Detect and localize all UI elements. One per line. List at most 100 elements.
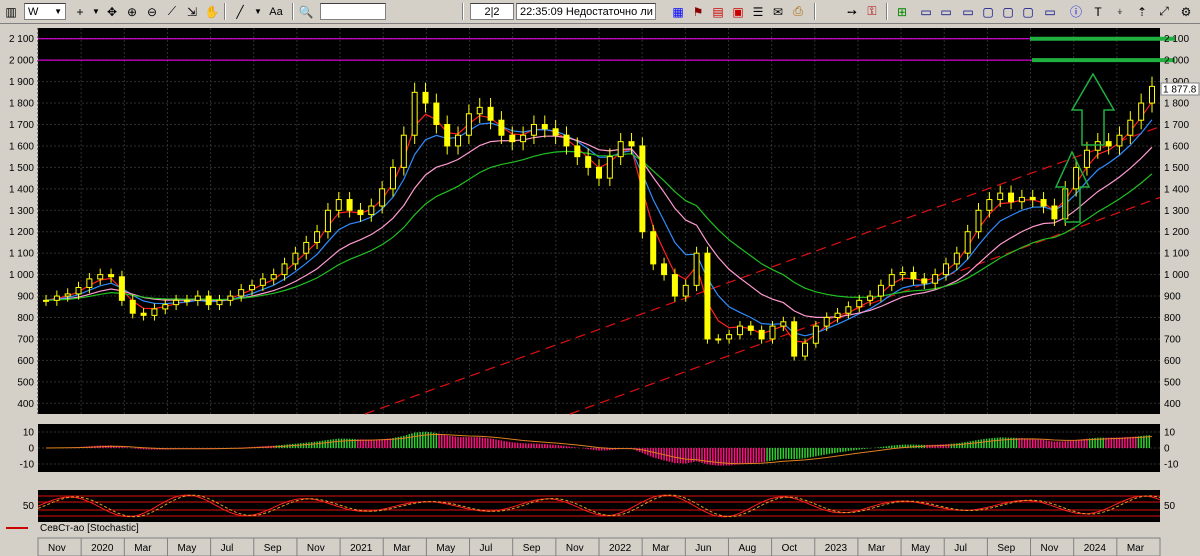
candle-body [585,156,592,168]
calc-icon[interactable]: ▤ [710,3,726,20]
key-icon[interactable]: ⚿ [864,3,880,20]
candle-body [964,231,971,254]
window6-icon[interactable]: ▢ [1020,3,1036,20]
font-button[interactable]: Aa [266,3,286,20]
candle-body [617,141,624,158]
candle-body [1105,141,1112,147]
price-label-right: 700 [1164,334,1181,345]
toolbar: ▥ W ▼ + ▼ ✥ ⊕ ⊖ ⟋ ⇲ ✋ ╱ ▼ Aa 🔍 2|2 22:35… [0,0,1200,24]
candle-body [650,231,657,265]
mail-icon[interactable]: ✉ [770,3,786,20]
price-label-left: 500 [17,377,34,388]
candle-body [97,274,104,280]
time-label: Sep [264,543,282,554]
list-icon[interactable]: ☰ [750,3,766,20]
measure-icon[interactable]: ⇲ [184,3,200,20]
candle-body [628,141,635,147]
candle-body [856,299,863,308]
line-dropdown-icon[interactable]: ▼ [250,3,266,20]
candle-body [389,166,396,190]
clock-time: 22:35:09 [520,5,563,18]
arrow-icon[interactable]: ➙ [844,3,860,20]
candle-body [541,124,548,130]
candle-body [270,274,277,280]
candle-body [1116,134,1123,147]
zoom-in-icon[interactable]: ⊕ [124,3,140,20]
settings-icon[interactable]: ⚙ [1178,3,1194,20]
pin-icon[interactable]: ⍖ [1112,3,1128,20]
crosshair-icon[interactable]: ✥ [104,3,120,20]
candle-body [292,252,299,265]
indicator1-label-right: -10 [1164,460,1179,471]
price-label-left: 700 [17,334,34,345]
window3-icon[interactable]: ▭ [960,3,976,20]
price-label-right: 1 200 [1164,227,1189,238]
flag-icon[interactable]: ⚑ [690,3,706,20]
chart-svg[interactable]: 2 1002 1002 0002 0001 9001 9001 8001 800… [0,24,1200,556]
candle-body [1094,141,1101,151]
candle-body [1029,196,1036,201]
dropdown-icon[interactable]: ▼ [88,3,104,20]
candle-body [661,263,668,276]
ruler-icon[interactable]: ⟋ [164,3,180,20]
window7-icon[interactable]: ▭ [1042,3,1058,20]
open-icon[interactable]: ▦ [670,3,686,20]
text-tool-icon[interactable]: T [1090,3,1106,20]
candle-body [823,317,830,327]
expand-icon[interactable]: ⤢ [1156,3,1172,20]
price-label-left: 1 900 [9,77,34,88]
table-icon[interactable]: ▣ [730,3,746,20]
indicator1-label-right: 0 [1164,444,1170,455]
zoom-out-icon[interactable]: ⊖ [144,3,160,20]
price-label-right: 2 100 [1164,34,1189,45]
time-label: 2023 [825,543,848,554]
candle-body [238,289,245,297]
search-icon[interactable]: 🔍 [298,3,314,20]
time-label: Mar [1127,543,1145,554]
dropdown-arrow-icon[interactable]: ▼ [54,7,62,16]
chart-type-icon[interactable]: ▥ [3,3,19,20]
candle-body [1083,149,1090,168]
time-label: May [177,543,196,554]
price-label-left: 2 100 [9,34,34,45]
symbol-field[interactable]: W ▼ [24,3,66,20]
price-label-right: 1 500 [1164,163,1189,174]
price-label-left: 900 [17,292,34,303]
price-label-left: 1 700 [9,120,34,131]
candle-body [1127,119,1134,136]
candle-body [671,274,678,297]
price-label-right: 400 [1164,399,1181,410]
window2-icon[interactable]: ▭ [938,3,954,20]
window4-icon[interactable]: ▢ [980,3,996,20]
candle-body [465,113,472,136]
candle-body [444,124,451,147]
candle-body [227,295,234,301]
candle-body [314,231,321,243]
candle-body [324,209,331,233]
add-icon[interactable]: ⊞ [894,3,910,20]
candle-body [108,274,115,278]
candle-body [986,199,993,211]
search-input[interactable] [320,3,386,20]
candle-body [552,128,559,136]
window5-icon[interactable]: ▢ [1000,3,1016,20]
candle-body [812,325,819,344]
arrow-up-icon[interactable]: ⇡ [1134,3,1150,20]
indicator1-label-left: 10 [23,428,35,439]
candle-body [899,271,906,276]
cursor-plus-icon[interactable]: + [72,3,88,20]
candle-body [487,106,494,121]
time-label: Jul [954,543,967,554]
candle-body [118,276,125,301]
candle-body [1040,199,1047,207]
price-label-right: 1 100 [1164,249,1189,260]
price-label-right: 1 300 [1164,206,1189,217]
price-label-left: 1 000 [9,270,34,281]
window-icon[interactable]: ▭ [918,3,934,20]
line-tool-icon[interactable]: ╱ [232,3,248,20]
info-icon[interactable]: ⓘ [1068,3,1084,20]
hand-icon[interactable]: ✋ [204,3,220,20]
print-icon[interactable]: ⎙ [790,3,806,20]
candle-body [867,295,874,301]
candle-body [183,299,190,302]
